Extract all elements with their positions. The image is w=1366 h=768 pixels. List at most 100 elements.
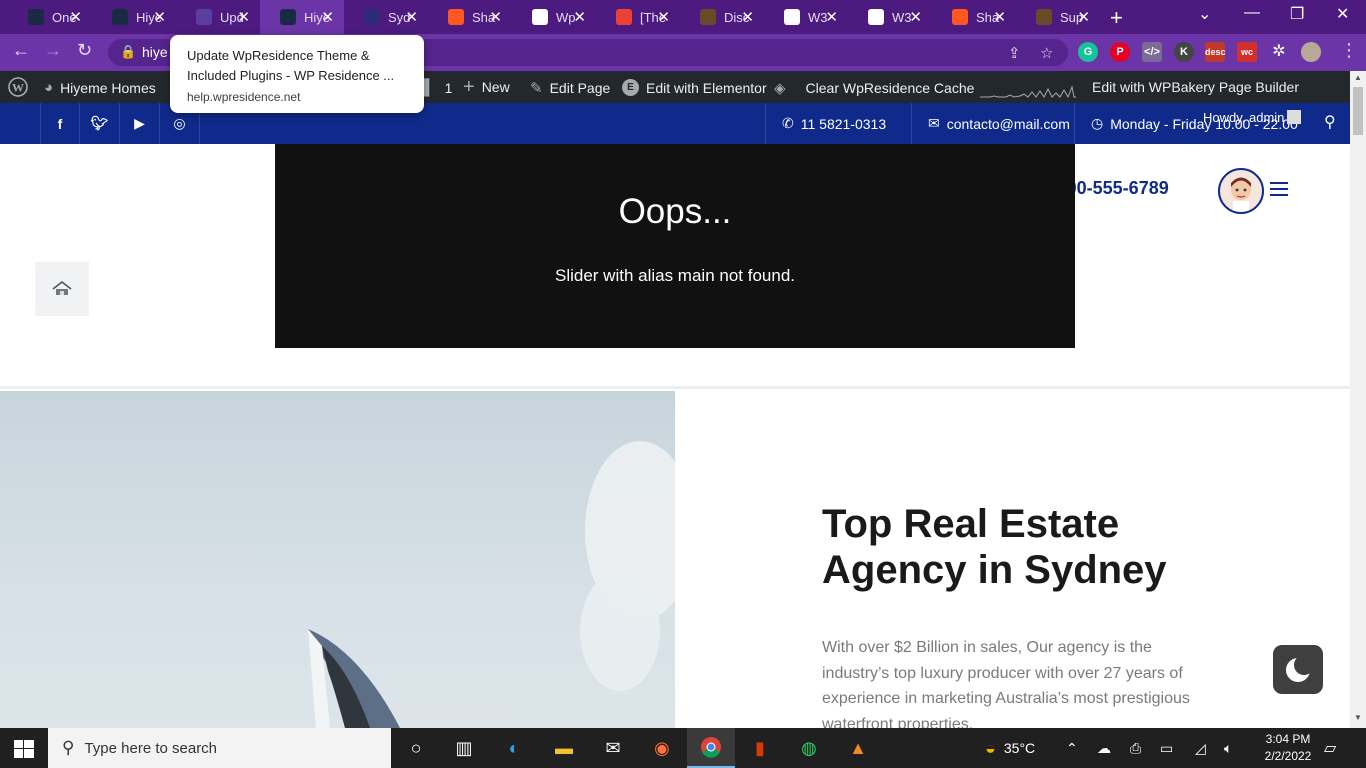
- tab-close-icon[interactable]: ✕: [153, 8, 166, 26]
- cortana-icon[interactable]: ○: [392, 728, 440, 768]
- tooltip-url: help.wpresidence.net: [187, 90, 301, 104]
- dashboard-icon: ◕: [44, 79, 54, 96]
- page-scrollbar[interactable]: ▲ ▼: [1350, 71, 1366, 728]
- scroll-up-arrow[interactable]: ▲: [1354, 73, 1362, 82]
- site-logo[interactable]: [35, 262, 89, 316]
- site-name-link[interactable]: ◕ Hiyeme Homes: [44, 79, 156, 96]
- browser-tab[interactable]: Hiye ✕: [92, 0, 176, 34]
- tab-close-icon[interactable]: ✕: [405, 8, 418, 26]
- slider-error-title: Oops...: [618, 192, 732, 231]
- tab-search-icon[interactable]: ⌄: [1198, 4, 1211, 24]
- minimize-button[interactable]: —: [1244, 4, 1260, 22]
- share-icon[interactable]: ⇪: [1008, 44, 1021, 62]
- whatsapp-icon[interactable]: ◍: [785, 728, 833, 768]
- office-icon[interactable]: ▮: [736, 728, 784, 768]
- task-view-icon[interactable]: ▥: [440, 728, 488, 768]
- edit-elementor-link[interactable]: E Edit with Elementor: [622, 79, 767, 96]
- tab-close-icon[interactable]: ✕: [573, 8, 586, 26]
- tab-close-icon[interactable]: ✕: [657, 8, 670, 26]
- browser-tab[interactable]: Upd ✕: [176, 0, 260, 34]
- wifi-icon[interactable]: ◿: [1195, 728, 1206, 768]
- browser-tab[interactable]: One ✕: [8, 0, 92, 34]
- howdy-admin[interactable]: Howdy, admin: [1203, 110, 1302, 125]
- browser-tab[interactable]: [The ✕: [596, 0, 680, 34]
- tab-close-icon[interactable]: ✕: [993, 8, 1006, 26]
- new-tab-button[interactable]: +: [1110, 5, 1123, 31]
- clear-cache-link[interactable]: ◈ Clear WpResidence Cache: [774, 79, 974, 97]
- user-avatar[interactable]: [1218, 168, 1264, 214]
- taskbar-search-box[interactable]: ⚲ Type here to search: [48, 728, 391, 768]
- topbar-phone[interactable]: ✆ 11 5821-0313: [765, 103, 911, 144]
- wordpress-logo-icon[interactable]: W: [8, 77, 28, 97]
- chrome-icon[interactable]: [687, 728, 735, 768]
- browser-tab[interactable]: Sha ✕: [428, 0, 512, 34]
- notifications-icon[interactable]: ▱: [1324, 728, 1336, 768]
- bookmark-star-icon[interactable]: ☆: [1040, 44, 1053, 62]
- reload-button[interactable]: ↻: [77, 40, 92, 61]
- tab-close-icon[interactable]: ✕: [69, 8, 82, 26]
- house-logo-icon: [52, 281, 72, 295]
- wc-extension-icon[interactable]: wc: [1237, 42, 1257, 62]
- twitter-icon[interactable]: 🐦︎: [80, 103, 120, 144]
- wpbakery-link[interactable]: Edit with WPBakery Page Builder: [1092, 79, 1299, 95]
- hamburger-menu-icon[interactable]: [1270, 182, 1288, 200]
- dark-mode-toggle[interactable]: [1273, 645, 1323, 694]
- browser-tab[interactable]: Hiye ✕: [260, 0, 344, 34]
- profile-avatar[interactable]: [1301, 42, 1321, 62]
- tab-close-icon[interactable]: ✕: [1077, 8, 1090, 26]
- edge-icon[interactable]: ◐: [490, 728, 538, 768]
- browser-tab[interactable]: W3 ✕: [848, 0, 932, 34]
- tab-favicon-icon: [280, 9, 296, 25]
- firefox-icon[interactable]: ◉: [638, 728, 686, 768]
- browser-tab[interactable]: Syd ✕: [344, 0, 428, 34]
- wpbakery-label: Edit with WPBakery Page Builder: [1092, 79, 1299, 95]
- browser-tab[interactable]: Disc ✕: [680, 0, 764, 34]
- topbar-phone-text: 11 5821-0313: [800, 115, 887, 132]
- meet-now-icon[interactable]: ⎙: [1130, 728, 1141, 768]
- onedrive-icon[interactable]: ☁: [1097, 728, 1111, 768]
- howdy-label: Howdy, admin: [1203, 110, 1285, 125]
- battery-icon[interactable]: ▭: [1160, 728, 1173, 768]
- tray-chevron-icon[interactable]: ⌃: [1066, 728, 1078, 768]
- tab-favicon-icon: [952, 9, 968, 25]
- tab-close-icon[interactable]: ✕: [909, 8, 922, 26]
- browser-tab[interactable]: Sha ✕: [932, 0, 1016, 34]
- scrollbar-thumb[interactable]: [1353, 87, 1363, 135]
- vlc-icon[interactable]: ▲: [834, 728, 882, 768]
- grammarly-extension-icon[interactable]: G: [1078, 42, 1098, 62]
- weather-widget[interactable]: ◒ 35°C: [985, 728, 1035, 768]
- tab-favicon-icon: [28, 9, 44, 25]
- close-window-button[interactable]: ✕: [1336, 4, 1349, 24]
- windows-start-icon[interactable]: [14, 740, 34, 763]
- pinterest-extension-icon[interactable]: P: [1110, 42, 1130, 62]
- back-button[interactable]: ←: [12, 40, 30, 61]
- new-content-link[interactable]: + New: [463, 77, 510, 97]
- tab-close-icon[interactable]: ✕: [825, 8, 838, 26]
- scroll-down-arrow[interactable]: ▼: [1354, 713, 1362, 722]
- facebook-icon[interactable]: f: [40, 103, 80, 144]
- browser-tab[interactable]: Wp ✕: [512, 0, 596, 34]
- tab-close-icon[interactable]: ✕: [321, 8, 334, 26]
- chrome-menu-icon[interactable]: ⋮: [1340, 40, 1358, 61]
- topbar-email[interactable]: ✉ contacto@mail.com: [911, 103, 1074, 144]
- tab-close-icon[interactable]: ✕: [741, 8, 754, 26]
- search-icon[interactable]: ⚲: [1324, 112, 1336, 132]
- tab-close-icon[interactable]: ✕: [489, 8, 502, 26]
- volume-icon[interactable]: 🔈︎: [1224, 728, 1232, 768]
- k-extension-icon[interactable]: K: [1174, 42, 1194, 62]
- restore-button[interactable]: ❐: [1290, 4, 1304, 24]
- file-explorer-icon[interactable]: ▬: [540, 728, 588, 768]
- youtube-icon[interactable]: ▶: [120, 103, 160, 144]
- forward-button[interactable]: →: [44, 40, 62, 61]
- comments-link[interactable]: ▌ 1: [424, 79, 452, 96]
- browser-tab[interactable]: Sup ✕: [1016, 0, 1100, 34]
- desc-extension-icon[interactable]: desc: [1205, 42, 1226, 62]
- mail-icon[interactable]: ✉: [589, 728, 637, 768]
- taskbar-clock[interactable]: 3:04 PM 2/2/2022: [1258, 731, 1318, 765]
- tooltip-title: Update WpResidence Theme & Included Plug…: [187, 48, 395, 83]
- edit-page-link[interactable]: ✎ Edit Page: [530, 79, 610, 97]
- tab-close-icon[interactable]: ✕: [237, 8, 250, 26]
- browser-tab[interactable]: W3 ✕: [764, 0, 848, 34]
- code-extension-icon[interactable]: </>: [1142, 42, 1162, 62]
- extensions-puzzle-icon[interactable]: ✲: [1269, 42, 1289, 62]
